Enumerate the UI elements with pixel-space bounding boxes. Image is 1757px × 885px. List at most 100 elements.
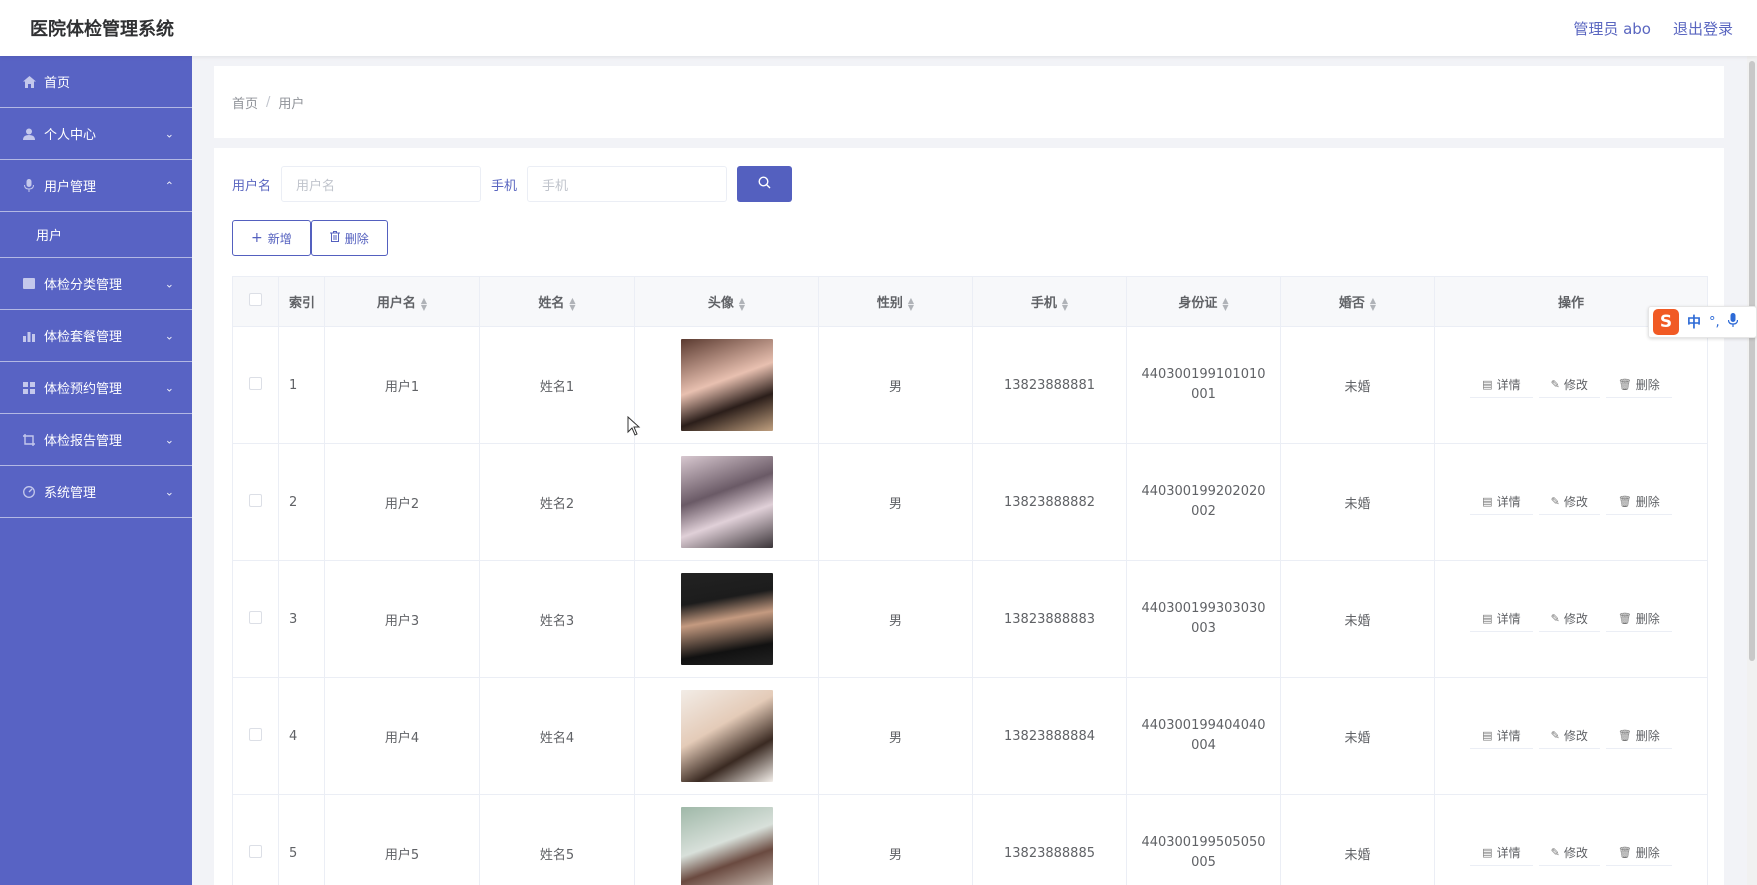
row-checkbox[interactable] [249, 610, 262, 624]
select-all-checkbox[interactable] [249, 293, 262, 306]
detail-label: 详情 [1496, 495, 1521, 509]
chevron-down-icon: ⌄ [164, 127, 174, 140]
cell-gender: 男 [818, 794, 973, 885]
sidebar-item-profile[interactable]: 个人中心 ⌄ [0, 108, 192, 160]
row-delete-button[interactable]: 🗑 删除 [1605, 606, 1672, 632]
idcard-value: 440300199303030003 [1141, 601, 1266, 636]
edit-button[interactable]: ✎ 修改 [1538, 723, 1600, 749]
sidebar-item-system[interactable]: 系统管理 ⌄ [0, 466, 192, 518]
breadcrumb-home[interactable]: 首页 [232, 93, 258, 112]
sidebar-item-report[interactable]: 体检报告管理 ⌄ [0, 414, 192, 466]
trash-icon: 🗑 [1617, 495, 1632, 508]
cell-username: 用户2 [324, 443, 480, 561]
search-icon [758, 175, 771, 193]
row-delete-button[interactable]: 🗑 删除 [1605, 840, 1672, 866]
sidebar-item-users[interactable]: 用户 [0, 212, 192, 258]
row-checkbox[interactable] [249, 493, 262, 507]
detail-button[interactable]: ▤ 详情 [1470, 840, 1533, 866]
detail-label: 详情 [1496, 846, 1521, 860]
row-delete-button[interactable]: 🗑 删除 [1605, 723, 1672, 749]
header-name[interactable]: 姓名 ▲ ▼ [479, 276, 635, 327]
sort-icon[interactable]: ▲ ▼ [421, 296, 427, 311]
mic-icon [22, 179, 36, 193]
trash-icon: 🗑 [1617, 729, 1632, 742]
cell-index: 3 [278, 560, 325, 678]
document-icon: ▤ [1482, 495, 1493, 508]
cell-gender: 男 [818, 443, 973, 561]
edit-label: 修改 [1563, 495, 1588, 509]
sidebar-item-package[interactable]: 体检套餐管理 ⌄ [0, 310, 192, 362]
mouse-cursor-icon [627, 415, 641, 440]
cell-idcard: 440300199505050005 [1126, 794, 1281, 885]
sort-icon[interactable]: ▲ ▼ [1370, 296, 1376, 311]
detail-label: 详情 [1496, 612, 1521, 626]
header-idcard[interactable]: 身份证 ▲ ▼ [1126, 276, 1281, 327]
header-gender[interactable]: 性别 ▲ ▼ [818, 276, 973, 327]
sidebar-item-appointment[interactable]: 体检预约管理 ⌄ [0, 362, 192, 414]
row-delete-button[interactable]: 🗑 删除 [1605, 372, 1672, 398]
logout-link[interactable]: 退出登录 [1673, 18, 1733, 39]
document-icon: ▤ [1482, 378, 1493, 391]
phone-input[interactable]: 手机 [527, 166, 728, 202]
ime-toolbar[interactable]: S 中 °, [1648, 306, 1757, 338]
header-married-label: 婚否 [1338, 296, 1365, 311]
avatar-image [680, 573, 773, 665]
search-button[interactable] [737, 166, 793, 202]
sort-icon[interactable]: ▲ ▼ [569, 296, 575, 311]
header-username[interactable]: 用户名 ▲ ▼ [324, 276, 480, 327]
document-icon: ▤ [1482, 729, 1493, 742]
scrollbar-thumb[interactable] [1749, 61, 1755, 661]
header-idcard-label: 身份证 [1178, 296, 1218, 311]
delete-label: 删除 [1635, 495, 1660, 509]
sort-icon[interactable]: ▲ ▼ [1062, 296, 1068, 311]
edit-button[interactable]: ✎ 修改 [1538, 840, 1600, 866]
cell-married: 未婚 [1280, 677, 1435, 795]
username-input[interactable]: 用户名 [281, 166, 482, 202]
idcard-value: 440300199404040004 [1141, 718, 1266, 753]
sort-icon[interactable]: ▲ ▼ [739, 296, 745, 311]
delete-label: 删除 [1635, 729, 1660, 743]
header-phone-label: 手机 [1030, 296, 1057, 311]
microphone-icon[interactable] [1727, 313, 1738, 331]
row-checkbox[interactable] [249, 844, 262, 858]
vertical-scrollbar[interactable] [1747, 56, 1757, 885]
row-select-cell [232, 560, 279, 678]
sidebar-item-home[interactable]: 首页 [0, 56, 192, 108]
table-header-row: 索引 用户名 ▲ ▼ 姓名 ▲ ▼ 头像 ▲ ▼ 性别 ▲ ▼ 手机 ▲ ▼ 身份证 ▲ ▼ 婚否 ▲ ▼ … [232, 276, 1708, 327]
batch-delete-button[interactable]: 删除 [310, 220, 388, 256]
cell-ops: ▤ 详情 ✎ 修改 🗑 删除 [1434, 443, 1708, 561]
cell-ops: ▤ 详情 ✎ 修改 🗑 删除 [1434, 677, 1708, 795]
ime-punctuation-toggle[interactable]: °, [1709, 315, 1720, 330]
sidebar-item-category[interactable]: 体检分类管理 ⌄ [0, 258, 192, 310]
sidebar-item-label: 体检预约管理 [44, 382, 123, 397]
row-checkbox[interactable] [249, 727, 262, 741]
content-card: 用户名 用户名 手机 手机 + 新增 删除 索引 用户名 ▲ ▼ 姓名 ▲ ▼ … [214, 148, 1724, 885]
header-avatar[interactable]: 头像 ▲ ▼ [634, 276, 819, 327]
sort-icon[interactable]: ▲ ▼ [908, 296, 914, 311]
idcard-value: 440300199101010001 [1141, 367, 1266, 402]
detail-button[interactable]: ▤ 详情 [1470, 372, 1533, 398]
header-index: 索引 [278, 276, 325, 327]
row-select-cell [232, 443, 279, 561]
sidebar-item-user-management[interactable]: 用户管理 ⌃ [0, 160, 192, 212]
cell-name: 姓名3 [479, 560, 635, 678]
sort-icon[interactable]: ▲ ▼ [1222, 296, 1228, 311]
edit-button[interactable]: ✎ 修改 [1538, 372, 1600, 398]
ime-language-toggle[interactable]: 中 [1687, 312, 1701, 332]
detail-button[interactable]: ▤ 详情 [1470, 489, 1533, 515]
add-button[interactable]: + 新增 [232, 220, 311, 256]
row-checkbox[interactable] [249, 376, 262, 390]
delete-label: 删除 [1635, 846, 1660, 860]
cell-username: 用户5 [324, 794, 480, 885]
edit-button[interactable]: ✎ 修改 [1538, 489, 1600, 515]
row-delete-button[interactable]: 🗑 删除 [1605, 489, 1672, 515]
header-married[interactable]: 婚否 ▲ ▼ [1280, 276, 1435, 327]
admin-user-label[interactable]: 管理员 abo [1573, 18, 1651, 39]
sogou-logo-icon[interactable]: S [1653, 309, 1679, 335]
row-select-cell [232, 677, 279, 795]
table-row: 4 用户4 姓名4 男 13823888884 440300199404040004 未婚 ▤… [232, 677, 1708, 795]
edit-button[interactable]: ✎ 修改 [1538, 606, 1600, 632]
detail-button[interactable]: ▤ 详情 [1470, 606, 1533, 632]
detail-button[interactable]: ▤ 详情 [1470, 723, 1533, 749]
header-phone[interactable]: 手机 ▲ ▼ [972, 276, 1127, 327]
